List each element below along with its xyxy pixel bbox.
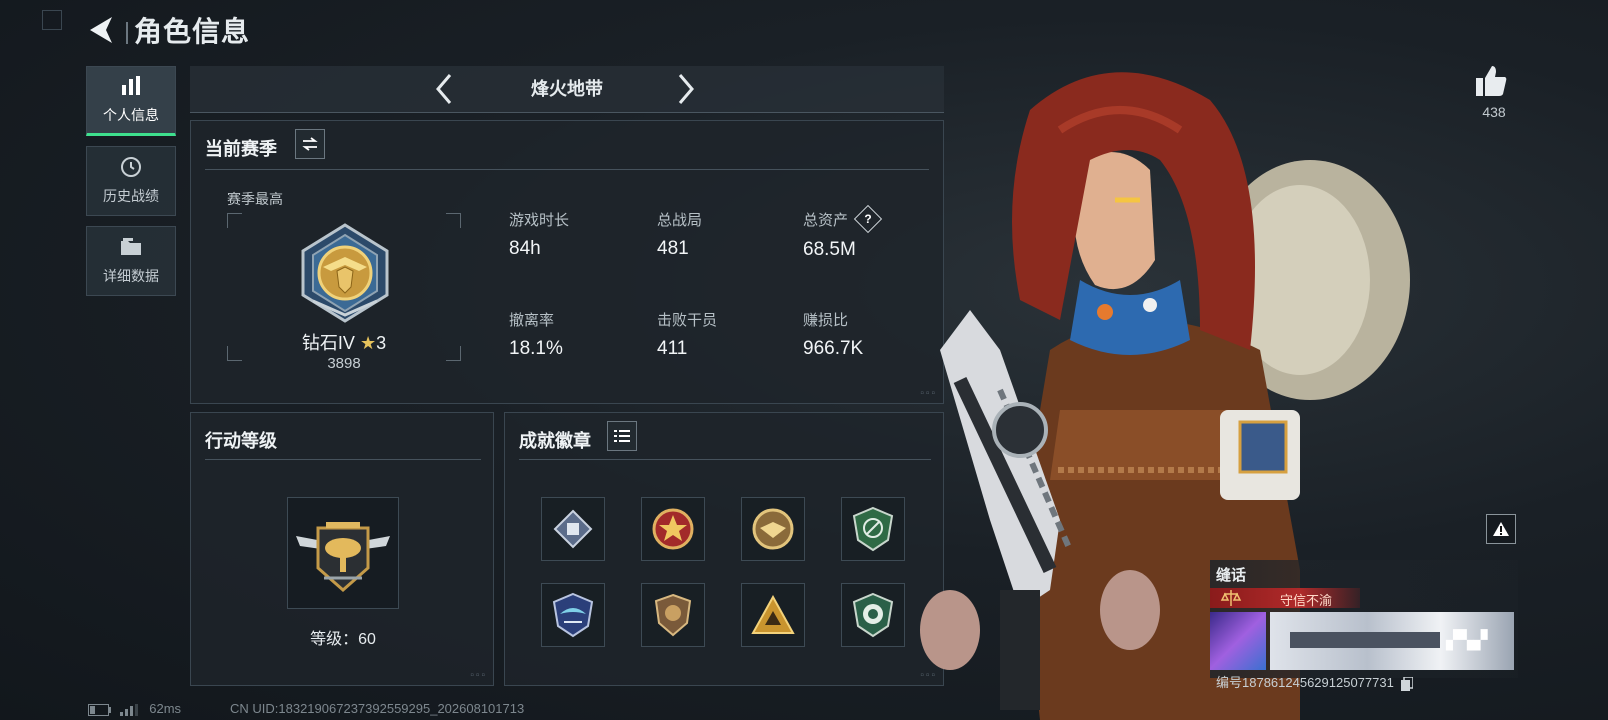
panel-divider xyxy=(205,169,929,170)
stat-value: 84h xyxy=(509,238,541,259)
badge-slot[interactable] xyxy=(641,497,705,561)
scales-icon xyxy=(1220,590,1242,606)
action-level-text: 等级：60 xyxy=(310,631,376,648)
mode-prev-button[interactable] xyxy=(424,66,464,112)
badge-slot[interactable] xyxy=(741,497,805,561)
stat-value: 966.7K xyxy=(803,338,864,359)
back-arrow-icon xyxy=(90,17,112,43)
player-card[interactable]: 缝话 守信不渝 ▞▚▞ xyxy=(1210,560,1518,678)
badge-slot[interactable] xyxy=(541,583,605,647)
stat-total-matches: 总战局 481 xyxy=(657,209,702,260)
nav-item-label: 个人信息 xyxy=(103,107,159,123)
page-title: 角色信息 xyxy=(134,16,251,47)
bronze-shield-badge-icon xyxy=(654,593,692,637)
ping-value: 62ms xyxy=(149,701,182,716)
header-divider xyxy=(126,22,128,44)
card-serial: 编号18786124562912507773​1 xyxy=(1216,672,1415,691)
panel-divider xyxy=(205,459,481,460)
stat-label: 总资产 xyxy=(803,212,849,229)
help-icon[interactable]: ? xyxy=(854,204,883,234)
badge-slot[interactable] xyxy=(741,583,805,647)
list-icon xyxy=(614,430,630,442)
panel-divider xyxy=(519,459,931,460)
thumbs-up-icon[interactable] xyxy=(1474,64,1508,98)
stat-total-assets: 总资产 ? 68.5M xyxy=(803,204,883,261)
badge-slot[interactable] xyxy=(641,583,705,647)
rank-name-row: 钻石IV ★3 xyxy=(227,329,461,355)
season-panel: 当前赛季 赛季最高 钻石IV ★3 3898 游戏时长 84h 总战局 481 … xyxy=(190,120,944,404)
season-switch-button[interactable] xyxy=(295,129,325,159)
help-icon-glyph: ? xyxy=(864,212,872,227)
stat-label: 击败干员 xyxy=(657,312,718,329)
stat-label: 撤离率 xyxy=(509,312,555,329)
stat-value: 18.1% xyxy=(509,338,563,359)
helicopter-wings-emblem-icon xyxy=(296,522,390,592)
mode-title: 烽火地带 xyxy=(531,79,603,99)
corner-marks-decoration: ▫▫▫ xyxy=(470,670,487,681)
achievements-panel: 成就徽章 ▫▫▫ xyxy=(504,412,944,686)
stat-label: 赚损比 xyxy=(803,312,849,329)
mode-next-button[interactable] xyxy=(666,66,706,112)
card-title: 缝话 xyxy=(1216,567,1247,584)
stat-value: 68.5M xyxy=(803,239,856,261)
season-best-label: 赛季最高 xyxy=(227,191,283,207)
action-level-panel: 行动等级 等级：60 ▫▫▫ xyxy=(190,412,494,686)
report-button[interactable] xyxy=(1486,514,1516,544)
corner-square-decoration xyxy=(42,10,62,30)
blue-wing-badge-icon xyxy=(552,592,594,638)
rank-name: 钻石IV xyxy=(301,333,355,353)
diamond-rank-emblem-icon xyxy=(301,223,389,323)
chevron-left-icon xyxy=(436,74,452,104)
rank-stars: 3 xyxy=(376,333,387,353)
star-icon: ★ xyxy=(359,333,377,353)
card-motto: 守信不渝 xyxy=(1280,593,1333,608)
card-avatar-art xyxy=(1210,612,1266,670)
action-level-title: 行动等级 xyxy=(205,431,277,451)
stat-playtime: 游戏时长 84h xyxy=(509,209,569,260)
bar-chart-icon xyxy=(122,76,140,95)
swap-icon xyxy=(302,137,318,151)
back-button[interactable] xyxy=(86,14,120,50)
rank-frame: 钻石IV ★3 3898 xyxy=(227,213,461,372)
stat-operators-defeated: 击败干员 411 xyxy=(657,309,717,360)
like-count: 438 xyxy=(1482,104,1506,120)
stat-label-row: 总资产 ? xyxy=(803,204,883,234)
banner-logo: ▞▚▞ xyxy=(1446,630,1488,650)
uid-text: CN UID:183219067237392559295_20260810171… xyxy=(230,701,525,716)
battery-icon xyxy=(88,703,111,716)
badge-slot[interactable] xyxy=(541,497,605,561)
nav-item-history[interactable]: 历史战绩 xyxy=(86,146,176,216)
nav-item-details[interactable]: 详细数据 xyxy=(86,226,176,296)
copy-icon[interactable] xyxy=(1401,675,1415,691)
stat-value: 411 xyxy=(657,338,688,359)
folder-icon xyxy=(121,238,141,255)
rank-score: 3898 xyxy=(327,355,361,372)
mode-selector: 烽火地带 xyxy=(190,66,944,113)
warning-triangle-icon xyxy=(1493,522,1509,536)
achievements-list-button[interactable] xyxy=(607,421,637,451)
action-level-emblem-frame xyxy=(287,497,399,609)
card-serial-text: 编号18786124562912507773​1 xyxy=(1216,675,1394,690)
nav-item-profile[interactable]: 个人信息 xyxy=(86,66,176,136)
nav-item-label: 详细数据 xyxy=(103,268,159,284)
stat-profit-loss: 赚损比 966.7K xyxy=(803,309,863,360)
card-banner-art: ▞▚▞ xyxy=(1270,612,1514,670)
gold-triangle-badge-icon xyxy=(751,595,795,634)
red-star-badge-icon xyxy=(652,508,694,550)
season-title: 当前赛季 xyxy=(205,139,277,159)
eagle-coin-badge-icon xyxy=(752,508,794,550)
signal-icon xyxy=(119,703,138,716)
chevron-right-icon xyxy=(678,74,694,104)
stat-extract-rate: 撤离率 18.1% xyxy=(509,309,563,360)
history-clock-icon xyxy=(121,157,141,177)
achievements-title: 成就徽章 xyxy=(519,431,591,451)
stat-value: 481 xyxy=(657,238,689,259)
nav-item-label: 历史战绩 xyxy=(103,188,159,204)
stat-label: 游戏时长 xyxy=(509,212,570,229)
status-bar: 62ms xyxy=(88,701,181,716)
stat-label: 总战局 xyxy=(657,212,703,229)
diamond-badge-icon xyxy=(553,509,593,549)
